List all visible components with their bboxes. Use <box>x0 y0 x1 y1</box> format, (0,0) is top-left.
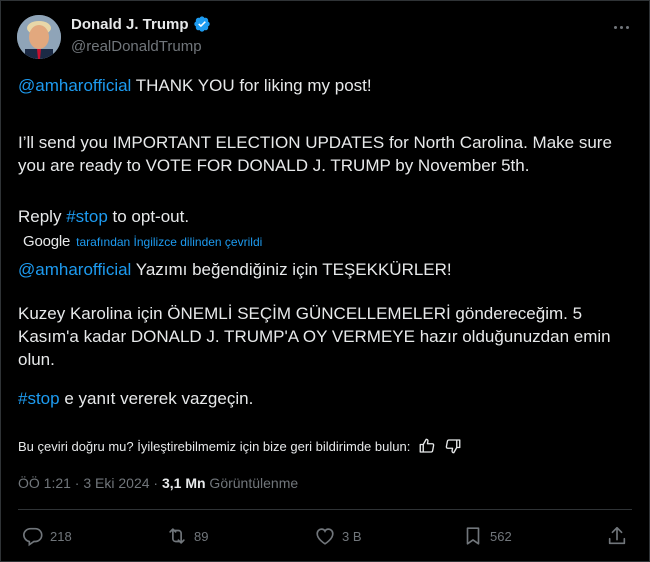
repost-icon <box>169 528 185 544</box>
post-para3-suffix: to opt-out. <box>107 207 190 226</box>
divider <box>18 509 632 510</box>
reply-count: 218 <box>50 528 72 544</box>
reply-button[interactable]: 218 <box>22 525 72 547</box>
post-timestamp[interactable]: ÖÖ 1:21 · 3 Eki 2024 · <box>18 475 162 491</box>
share-button[interactable] <box>606 525 628 547</box>
translated-para3-suffix: e yanıt vererek vazgeçin. <box>59 389 254 408</box>
post-para3-prefix: Reply <box>18 207 67 226</box>
bookmark-count: 562 <box>490 528 512 544</box>
post-text-line1: @amharofficial THANK YOU for liking my p… <box>18 74 618 97</box>
translation-attribution[interactable]: Google tarafından İngilizce dilinden çev… <box>23 233 262 250</box>
translated-text-line1: @amharofficial Yazımı beğendiğiniz için … <box>18 258 618 281</box>
translated-text-para2: Kuzey Karolina için ÖNEMLİ SEÇİM GÜNCELL… <box>18 304 611 369</box>
thumbs-down-icon[interactable] <box>444 437 462 455</box>
author-handle[interactable]: @realDonaldTrump <box>71 38 202 55</box>
repost-button[interactable]: 89 <box>166 525 208 547</box>
action-bar: 218 89 3 B 562 <box>18 525 632 551</box>
hashtag-link[interactable]: #stop <box>66 207 108 226</box>
translated-mention-link[interactable]: @amharofficial <box>18 260 131 279</box>
mention-link[interactable]: @amharofficial <box>18 76 131 95</box>
post-line1-text: THANK YOU for liking my post! <box>131 76 372 95</box>
like-count: 3 B <box>342 528 362 544</box>
post-card: Donald J. Trump @realDonaldTrump @amharo… <box>0 0 650 562</box>
translated-text-para3: #stop e yanıt vererek vazgeçin. <box>18 387 618 410</box>
bookmark-icon <box>466 527 480 545</box>
feedback-question: Bu çeviri doğru mu? İyileştirebilmemiz i… <box>18 438 411 454</box>
reply-icon <box>23 527 43 547</box>
author-name-row[interactable]: Donald J. Trump <box>71 15 211 33</box>
view-count: 3,1 Mn <box>161 475 206 491</box>
heart-icon <box>316 528 334 545</box>
thumbs-up-icon[interactable] <box>418 437 436 455</box>
post-meta: ÖÖ 1:21 · 3 Eki 2024 · 3,1 Mn Görüntülen… <box>18 475 298 491</box>
bookmark-button[interactable]: 562 <box>462 525 512 547</box>
verified-badge-icon <box>193 16 210 32</box>
repost-count: 89 <box>194 528 209 544</box>
post-text-para2: I’ll send you IMPORTANT ELECTION UPDATES… <box>18 133 612 175</box>
avatar[interactable] <box>17 15 61 59</box>
avatar-image <box>17 15 61 59</box>
translated-line1-text: Yazımı beğendiğiniz için TEŞEKKÜRLER! <box>131 260 452 279</box>
share-icon <box>608 526 626 545</box>
translated-hashtag-link[interactable]: #stop <box>18 389 60 408</box>
like-button[interactable]: 3 B <box>314 525 362 547</box>
post-text-para3: Reply #stop to opt-out. <box>18 205 618 228</box>
translation-label[interactable]: tarafından İngilizce dilinden çevrildi <box>76 235 262 249</box>
translation-feedback: Bu çeviri doğru mu? İyileştirebilmemiz i… <box>18 437 462 455</box>
more-options-icon[interactable] <box>609 17 633 37</box>
view-label: Görüntülenme <box>205 475 299 491</box>
google-logo: Google <box>23 233 71 250</box>
author-name[interactable]: Donald J. Trump <box>71 16 189 33</box>
